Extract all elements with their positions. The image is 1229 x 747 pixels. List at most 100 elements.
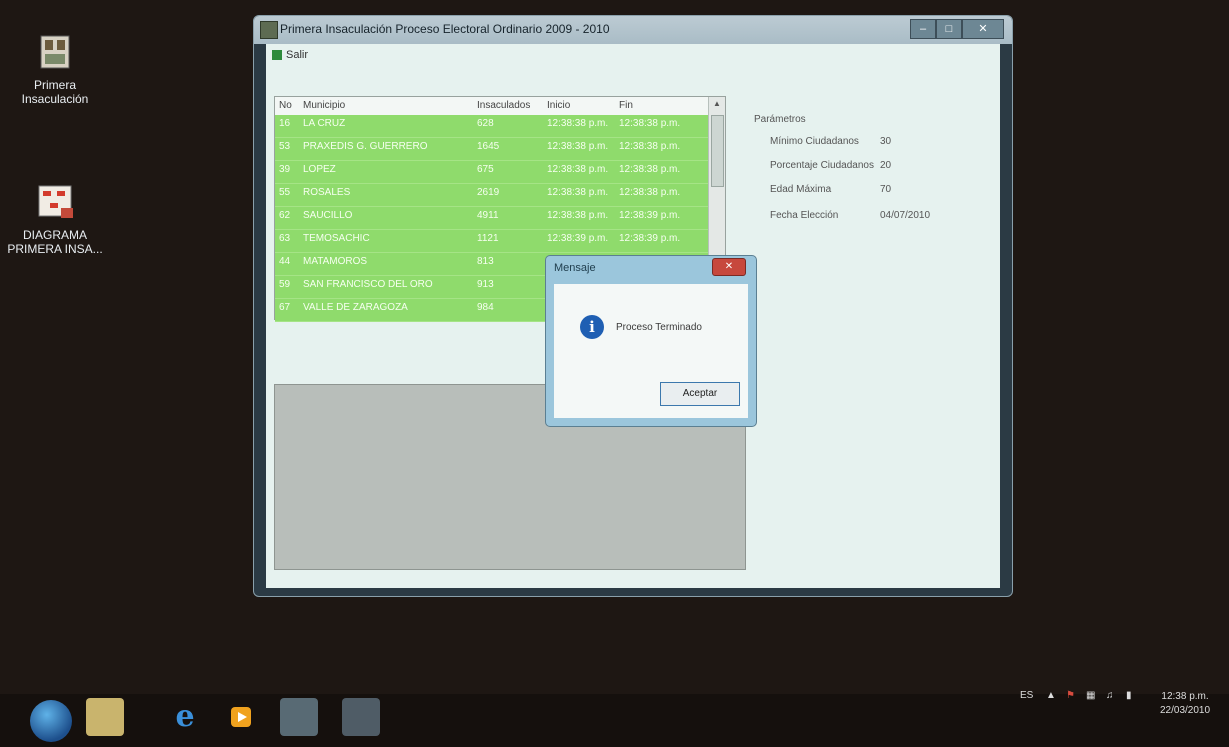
param-label: Mínimo Ciudadanos — [770, 136, 859, 147]
table-row[interactable]: 62 SAUCILLO 4911 12:38:38 p.m. 12:38:39 … — [275, 207, 709, 230]
cell-municipio: PRAXEDIS G. GUERRERO — [303, 141, 428, 152]
cell-insaculados: 1121 — [477, 233, 499, 244]
diagram-icon — [35, 182, 75, 222]
network-icon[interactable]: ▦ — [1086, 690, 1095, 701]
cell-no: 39 — [279, 164, 291, 175]
cell-municipio: ROSALES — [303, 187, 351, 198]
param-value: 04/07/2010 — [880, 210, 931, 221]
app-building-icon — [35, 32, 75, 72]
cell-insaculados: 628 — [477, 118, 494, 129]
desktop-icon-label: DIAGRAMA — [22, 228, 87, 242]
window-titlebar[interactable]: Primera Insaculación Proceso Electoral O… — [254, 16, 1012, 44]
media-player-icon[interactable] — [222, 698, 260, 736]
param-value: 30 — [880, 136, 892, 147]
cell-insaculados: 913 — [477, 279, 494, 290]
cell-inicio: 12:38:38 p.m. — [547, 141, 609, 152]
insaculacion-app-icon[interactable] — [342, 698, 380, 736]
cell-no: 16 — [279, 118, 291, 129]
menu-bar: Salir — [266, 44, 1000, 66]
dialog-title: Mensaje — [554, 262, 596, 274]
cell-inicio: 12:38:38 p.m. — [547, 210, 609, 221]
cell-no: 67 — [279, 302, 291, 313]
cell-municipio: SAUCILLO — [303, 210, 353, 221]
cell-municipio: SAN FRANCISCO DEL ORO — [303, 279, 433, 290]
system-clock[interactable]: 12:38 p.m. 22/03/2010 — [1160, 690, 1210, 718]
cell-municipio: MATAMOROS — [303, 256, 368, 267]
window-title: Primera Insaculación Proceso Electoral O… — [280, 22, 610, 36]
power-icon[interactable]: ▮ — [1126, 690, 1132, 701]
file-explorer-icon[interactable] — [86, 698, 124, 736]
table-row[interactable]: 55 ROSALES 2619 12:38:38 p.m. 12:38:38 p… — [275, 184, 709, 207]
info-icon: i — [580, 315, 604, 339]
language-indicator[interactable]: ES — [1020, 690, 1033, 701]
desktop-icon-label: Primera — [33, 78, 76, 92]
cell-no: 63 — [279, 233, 291, 244]
window-controls: – □ ✕ — [910, 19, 1004, 39]
cell-no: 44 — [279, 256, 291, 267]
desktop-icon-label: PRIMERA INSA... — [7, 242, 103, 256]
cell-no: 55 — [279, 187, 291, 198]
accept-button[interactable]: Aceptar — [660, 382, 740, 406]
cell-fin: 12:38:38 p.m. — [619, 141, 681, 152]
cell-inicio: 12:38:39 p.m. — [547, 233, 609, 244]
clock-date: 22/03/2010 — [1160, 705, 1211, 716]
cell-inicio: 12:38:38 p.m. — [547, 118, 609, 129]
param-value: 70 — [880, 184, 892, 195]
cell-no: 53 — [279, 141, 291, 152]
desktop-icon-label: Insaculación — [21, 92, 89, 106]
param-label: Edad Máxima — [770, 184, 832, 195]
cell-insaculados: 675 — [477, 164, 494, 175]
dialog-body: i Proceso Terminado Aceptar — [554, 284, 748, 418]
grid-header: No Municipio Insaculados Inicio Fin — [275, 97, 709, 115]
table-row[interactable]: 39 LOPEZ 675 12:38:38 p.m. 12:38:38 p.m. — [275, 161, 709, 184]
table-row[interactable]: 53 PRAXEDIS G. GUERRERO 1645 12:38:38 p.… — [275, 138, 709, 161]
maximize-button[interactable]: □ — [936, 19, 962, 39]
cell-fin: 12:38:38 p.m. — [619, 164, 681, 175]
close-button[interactable]: ✕ — [962, 19, 1004, 39]
message-dialog: Mensaje ✕ i Proceso Terminado Aceptar — [545, 255, 757, 427]
cell-municipio: LOPEZ — [303, 164, 336, 175]
cell-inicio: 12:38:38 p.m. — [547, 164, 609, 175]
menu-item-label: Salir — [286, 49, 309, 61]
clock-time: 12:38 p.m. — [1161, 691, 1209, 702]
param-value: 20 — [880, 160, 892, 171]
column-header-municipio[interactable]: Municipio — [303, 100, 345, 111]
tools-app-icon[interactable] — [280, 698, 318, 736]
cell-fin: 12:38:38 p.m. — [619, 118, 681, 129]
scrollbar-thumb[interactable] — [711, 115, 724, 187]
start-orb-icon[interactable] — [30, 700, 72, 742]
param-label: Porcentaje Ciudadanos — [770, 160, 874, 171]
cell-municipio: VALLE DE ZARAGOZA — [303, 302, 408, 313]
show-hidden-icons-icon[interactable]: ▲ — [1046, 690, 1056, 701]
flag-icon[interactable]: ⚑ — [1066, 690, 1075, 701]
table-row[interactable]: 63 TEMOSACHIC 1121 12:38:39 p.m. 12:38:3… — [275, 230, 709, 253]
param-label: Fecha Elección — [770, 210, 839, 221]
column-header-insaculados[interactable]: Insaculados — [477, 100, 530, 111]
column-header-no[interactable]: No — [279, 100, 292, 111]
column-header-fin[interactable]: Fin — [619, 100, 633, 111]
minimize-button[interactable]: – — [910, 19, 936, 39]
cell-no: 59 — [279, 279, 291, 290]
desktop-icon-diagrama[interactable]: DIAGRAMA PRIMERA INSA... — [0, 182, 110, 256]
cell-insaculados: 4911 — [477, 210, 499, 221]
column-header-inicio[interactable]: Inicio — [547, 100, 570, 111]
parameters-heading: Parámetros — [754, 114, 806, 125]
cell-municipio: TEMOSACHIC — [303, 233, 370, 244]
menu-item-salir[interactable]: Salir — [272, 49, 308, 61]
table-row[interactable]: 16 LA CRUZ 628 12:38:38 p.m. 12:38:38 p.… — [275, 115, 709, 138]
cell-insaculados: 813 — [477, 256, 494, 267]
desktop-icon-primera-insaculacion[interactable]: Primera Insaculación — [0, 32, 110, 106]
cell-fin: 12:38:38 p.m. — [619, 187, 681, 198]
cell-inicio: 12:38:38 p.m. — [547, 187, 609, 198]
cell-municipio: LA CRUZ — [303, 118, 346, 129]
dialog-message: Proceso Terminado — [616, 322, 702, 333]
app-icon — [260, 21, 278, 39]
cell-fin: 12:38:39 p.m. — [619, 233, 681, 244]
scroll-up-arrow-icon[interactable]: ▲ — [713, 99, 721, 108]
cell-no: 62 — [279, 210, 291, 221]
cell-insaculados: 2619 — [477, 187, 500, 198]
cell-insaculados: 984 — [477, 302, 494, 313]
dialog-close-button[interactable]: ✕ — [712, 258, 746, 276]
internet-explorer-icon[interactable]: e — [166, 698, 204, 736]
volume-icon[interactable]: ♫ — [1106, 690, 1114, 701]
